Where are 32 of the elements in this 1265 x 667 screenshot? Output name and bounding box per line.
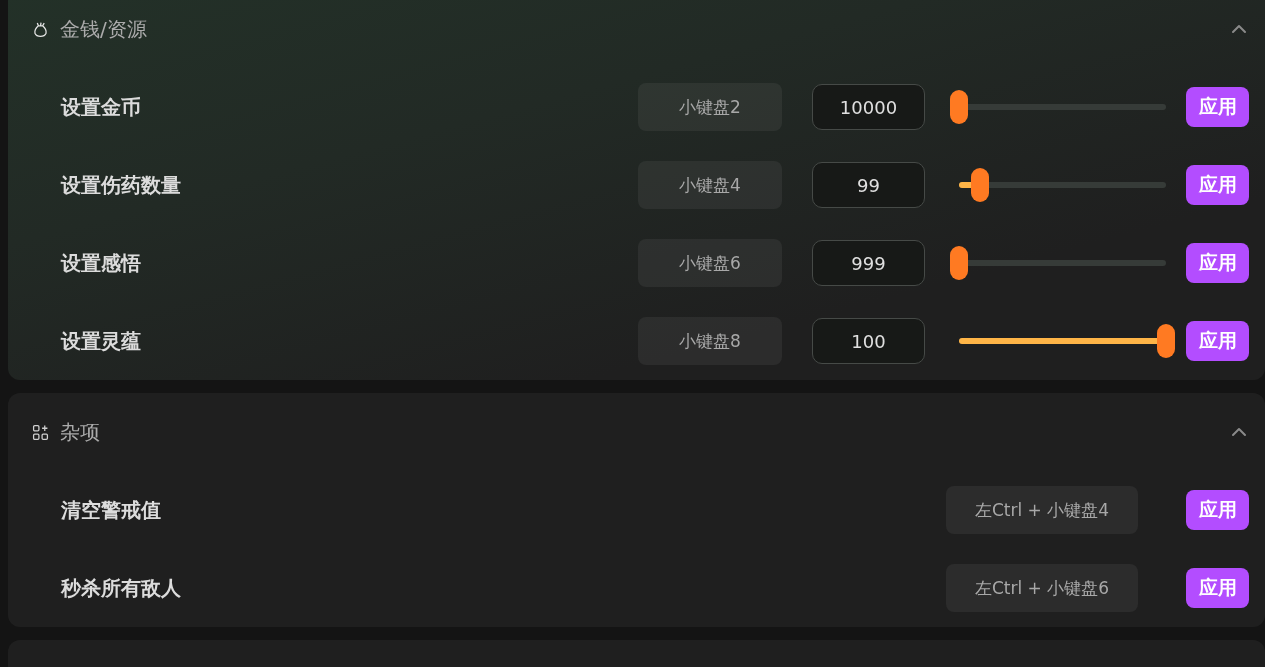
- slider-thumb[interactable]: [950, 246, 968, 280]
- apply-button[interactable]: 应用: [1186, 165, 1249, 205]
- grid-plus-icon: [32, 423, 49, 441]
- setting-label: 清空警戒值: [61, 496, 161, 524]
- chevron-icon[interactable]: [1231, 24, 1247, 34]
- hotkey-badge: 小键盘6: [638, 239, 782, 287]
- setting-label: 设置金币: [61, 93, 141, 121]
- apply-button[interactable]: 应用: [1186, 490, 1249, 530]
- hotkey-badge: 左Ctrl + 小键盘4: [946, 486, 1138, 534]
- apply-button[interactable]: 应用: [1186, 568, 1249, 608]
- slider-thumb[interactable]: [950, 90, 968, 124]
- apply-button[interactable]: 应用: [1186, 243, 1249, 283]
- setting-label: 设置伤药数量: [61, 171, 181, 199]
- money-bag-icon: [32, 20, 49, 38]
- chevron-icon[interactable]: [1231, 427, 1247, 437]
- setting-label: 设置灵蕴: [61, 327, 141, 355]
- value-field[interactable]: 999: [812, 240, 925, 286]
- hotkey-badge: 左Ctrl + 小键盘6: [946, 564, 1138, 612]
- value-field[interactable]: 100: [812, 318, 925, 364]
- hotkey-badge: 小键盘8: [638, 317, 782, 365]
- hotkey-badge: 小键盘2: [638, 83, 782, 131]
- value-field[interactable]: 99: [812, 162, 925, 208]
- slider-thumb[interactable]: [1157, 324, 1175, 358]
- section-title: 金钱/资源: [60, 15, 147, 43]
- apply-button[interactable]: 应用: [1186, 87, 1249, 127]
- apply-button[interactable]: 应用: [1186, 321, 1249, 361]
- setting-label: 设置感悟: [61, 249, 141, 277]
- section-title: 杂项: [60, 418, 100, 446]
- setting-label: 秒杀所有敌人: [61, 574, 181, 602]
- hotkey-badge: 小键盘4: [638, 161, 782, 209]
- value-field[interactable]: 10000: [812, 84, 925, 130]
- slider-thumb[interactable]: [970, 168, 989, 202]
